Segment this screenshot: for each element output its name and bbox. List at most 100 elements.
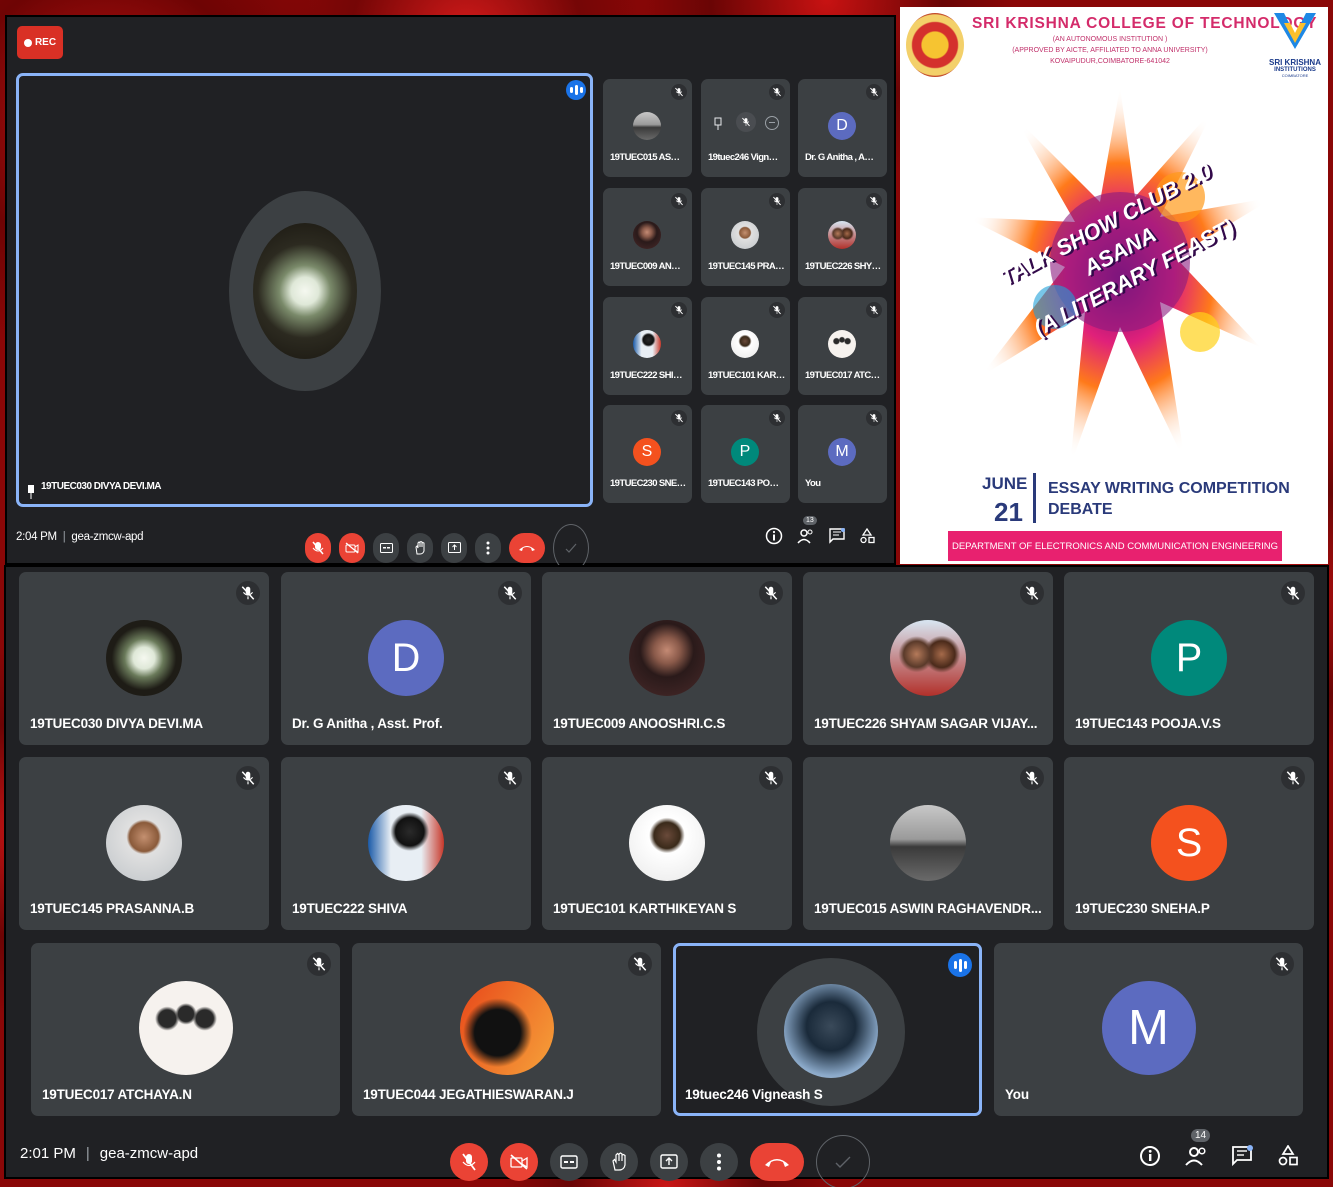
participant-tile[interactable]: M You (994, 943, 1303, 1116)
participant-tile[interactable]: S 19TUEC230 SNEHA.P (1064, 757, 1314, 930)
call-controls (450, 1135, 870, 1187)
participant-name: 19TUEC044 JEGATHIESWARAN.J (363, 1087, 574, 1102)
thumbnail-tile[interactable]: P 19TUEC143 PO… (701, 405, 790, 503)
hang-up-button[interactable] (509, 533, 545, 563)
participant-photo (731, 221, 759, 249)
more-options-button[interactable] (700, 1143, 738, 1181)
mute-indicator (866, 410, 882, 426)
participant-tile[interactable]: 19TUEC222 SHIVA (281, 757, 531, 930)
participant-tile[interactable]: 19TUEC015 ASWIN RAGHAVENDR... (803, 757, 1053, 930)
participant-name: 19TUEC145 PRA… (708, 261, 785, 272)
participant-avatar: S (1151, 805, 1227, 881)
thumbnail-tile[interactable]: 19TUEC145 PRA… (701, 188, 790, 286)
mic-off-icon (675, 87, 683, 97)
thumbnail-tile[interactable]: S 19TUEC230 SNE… (603, 405, 692, 503)
raise-hand-button[interactable] (407, 533, 433, 563)
mute-indicator (236, 766, 260, 790)
chat-icon[interactable] (829, 528, 845, 544)
thumbnail-tile[interactable]: 19TUEC015 AS… (603, 79, 692, 177)
participant-tile[interactable]: 19tuec246 Vigneash S (673, 943, 982, 1116)
participant-tile[interactable]: 19TUEC017 ATCHAYA.N (31, 943, 340, 1116)
participant-name: Dr. G Anitha , Asst. Prof. (292, 716, 443, 731)
participant-photo (368, 805, 444, 881)
activities-icon[interactable] (859, 528, 875, 544)
mute-indicator (1270, 952, 1294, 976)
info-icon[interactable] (1139, 1145, 1161, 1167)
participant-tile[interactable]: 19TUEC030 DIVYA DEVI.MA (19, 572, 269, 745)
participant-tile[interactable]: 19TUEC101 KARTHIKEYAN S (542, 757, 792, 930)
raise-hand-button[interactable] (600, 1143, 638, 1181)
college-seal-icon (906, 13, 964, 77)
participant-name: 19TUEC230 SNEHA.P (1075, 901, 1210, 916)
participant-photo (783, 984, 878, 1078)
remove-icon[interactable] (765, 116, 779, 130)
participant-photo (629, 620, 705, 696)
participant-name: 19TUEC015 ASWIN RAGHAVENDR... (814, 901, 1042, 916)
pinned-video-tile[interactable]: 19TUEC030 DIVYA DEVI.MA (16, 73, 593, 507)
thumbnail-tile[interactable]: 19TUEC009 AN… (603, 188, 692, 286)
mute-indicator (1281, 581, 1305, 605)
mute-indicator (1281, 766, 1305, 790)
mic-off-icon (312, 957, 326, 971)
event-day: 21 (994, 497, 1023, 527)
mic-toggle-button[interactable] (450, 1143, 488, 1181)
pin-icon[interactable] (713, 117, 723, 131)
chat-icon[interactable] (1231, 1145, 1253, 1167)
mute-indicator (671, 302, 687, 318)
mic-off-icon (633, 957, 647, 971)
participant-tile[interactable]: 19TUEC044 JEGATHIESWARAN.J (352, 943, 661, 1116)
more-options-button[interactable] (475, 533, 501, 563)
participant-tile[interactable]: 19TUEC009 ANOOSHRI.C.S (542, 572, 792, 745)
captions-button[interactable] (373, 533, 399, 563)
thumbnail-tile[interactable]: 19TUEC017 ATC… (798, 297, 887, 395)
checkmark-button[interactable] (816, 1135, 870, 1187)
mute-indicator (769, 193, 785, 209)
mic-off-icon (503, 586, 517, 600)
participant-photo (890, 805, 966, 881)
mute-indicator (1020, 766, 1044, 790)
participant-avatar: S (633, 438, 661, 466)
mic-toggle-button[interactable] (305, 533, 331, 563)
thumbnail-tile[interactable]: 19TUEC222 SHI… (603, 297, 692, 395)
participant-photo (828, 330, 856, 358)
present-button[interactable] (650, 1143, 688, 1181)
participant-name: 19TUEC145 PRASANNA.B (30, 901, 195, 916)
hand-icon (415, 541, 425, 555)
participant-photo (633, 330, 661, 358)
activities-icon[interactable] (1277, 1145, 1299, 1167)
participant-name: 19TUEC230 SNE… (610, 478, 686, 489)
info-icon[interactable] (765, 527, 783, 545)
mute-indicator (236, 581, 260, 605)
camera-toggle-button[interactable] (339, 533, 365, 563)
thumbnail-tile[interactable]: 19TUEC101 KAR… (701, 297, 790, 395)
people-button[interactable]: 13 (797, 516, 817, 545)
participant-tile[interactable]: 19TUEC145 PRASANNA.B (19, 757, 269, 930)
present-icon (660, 1154, 678, 1169)
mute-indicator (1020, 581, 1044, 605)
mute-participant-icon[interactable] (736, 112, 756, 132)
participant-name: 19tuec246 Vign… (708, 152, 778, 163)
record-dot-icon (23, 38, 32, 47)
captions-button[interactable] (550, 1143, 588, 1181)
participant-name: 19TUEC015 AS… (610, 152, 680, 163)
hang-up-button[interactable] (750, 1143, 804, 1181)
participant-tile[interactable]: D Dr. G Anitha , Asst. Prof. (281, 572, 531, 745)
thumbnail-tile[interactable]: 19TUEC226 SHY… (798, 188, 887, 286)
mic-off-icon (773, 413, 781, 423)
college-subtitle-1: (AN AUTONOMOUS INSTITUTION ) (1052, 36, 1168, 43)
side-controls: 13 (765, 516, 875, 545)
people-button[interactable]: 14 (1185, 1129, 1211, 1167)
phone-hangup-icon (765, 1159, 789, 1167)
participant-tile[interactable]: P 19TUEC143 POOJA.V.S (1064, 572, 1314, 745)
event-item-2: DEBATE (1048, 501, 1113, 518)
thumbnail-tile[interactable]: M You (798, 405, 887, 503)
participant-photo (629, 805, 705, 881)
thumbnail-tile[interactable]: D Dr. G Anitha , A… (798, 79, 887, 177)
participant-photo (828, 221, 856, 249)
participant-count-badge: 14 (1191, 1129, 1211, 1142)
participant-tile[interactable]: 19TUEC226 SHYAM SAGAR VIJAY... (803, 572, 1053, 745)
mute-indicator (759, 581, 783, 605)
thumbnail-tile[interactable]: 19tuec246 Vign… (701, 79, 790, 177)
camera-toggle-button[interactable] (500, 1143, 538, 1181)
present-button[interactable] (441, 533, 467, 563)
